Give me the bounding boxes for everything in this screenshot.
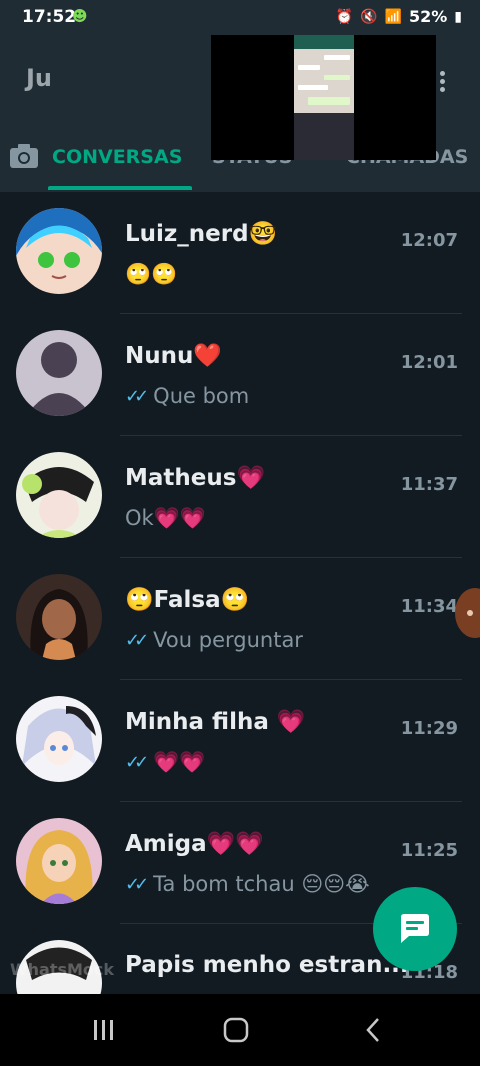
chat-preview: ✓✓ 💗💗 [125, 750, 205, 775]
app-title: Ju [26, 64, 53, 92]
status-icons: ⏰ 🔇 📶 52% ▮ [336, 7, 462, 26]
chat-preview-text: Ok💗💗 [125, 506, 206, 530]
alarm-icon: ⏰ [335, 8, 354, 25]
status-bar: 17:52 ☻ ⏰ 🔇 📶 52% ▮ [0, 0, 480, 36]
message-icon [401, 914, 429, 943]
chat-name: Matheus💗 [125, 465, 266, 491]
chat-name: Papis menho estran... [125, 952, 409, 978]
chat-preview-text: Ta bom tchau 😔😔😭 [153, 872, 370, 896]
read-ticks-icon: ✓✓ [125, 873, 149, 895]
chat-preview-text: 💗💗 [153, 750, 206, 774]
avatar [16, 696, 102, 782]
chat-time: 11:34 [400, 596, 458, 617]
chat-row[interactable]: Luiz_nerd🤓 12:07 🙄🙄 [0, 192, 480, 314]
chat-time: 11:37 [400, 474, 458, 495]
chat-time: 12:01 [400, 352, 458, 373]
active-tab-indicator [48, 186, 192, 190]
new-chat-button[interactable] [373, 887, 457, 971]
chat-preview: 🙄🙄 [125, 262, 177, 287]
navigation-bar [0, 994, 480, 1066]
more-options-icon[interactable] [436, 68, 448, 96]
avatar [16, 208, 102, 294]
recents-icon[interactable] [90, 1018, 118, 1042]
notification-icon: ☻ [72, 7, 88, 25]
avatar [16, 818, 102, 904]
chat-row[interactable]: Matheus💗 11:37 Ok💗💗 [0, 436, 480, 558]
chat-name: Nunu❤️ [125, 343, 223, 369]
chat-time: 11:29 [400, 718, 458, 739]
mute-icon: 🔇 [360, 8, 378, 25]
chat-row[interactable]: Nunu❤️ 12:01 ✓✓ Que bom [0, 314, 480, 436]
wifi-icon: 📶 [384, 8, 402, 25]
chat-name: Minha filha 💗 [125, 709, 306, 735]
chat-preview-text: Vou perguntar [153, 628, 303, 652]
back-icon[interactable] [362, 1016, 386, 1044]
chat-time: 12:07 [400, 230, 458, 251]
status-time: 17:52 [22, 7, 77, 27]
chat-preview-text: 🙄🙄 [125, 262, 178, 286]
battery-level: 52% [408, 7, 448, 26]
home-icon[interactable] [222, 1016, 252, 1044]
tab-conversas[interactable]: CONVERSAS [52, 146, 182, 168]
avatar [16, 452, 102, 538]
read-ticks-icon: ✓✓ [125, 752, 149, 773]
chat-row[interactable]: Minha filha 💗 11:29 ✓✓ 💗💗 [0, 680, 480, 802]
chat-preview-text: Que bom [153, 384, 250, 408]
chat-row[interactable]: 🙄Falsa🙄 11:34 ✓✓ Vou perguntar [0, 558, 480, 680]
camera-icon[interactable] [8, 140, 40, 172]
chat-name: Luiz_nerd🤓 [125, 221, 278, 247]
read-ticks-icon: ✓✓ [125, 385, 149, 407]
read-ticks-icon: ✓✓ [125, 629, 149, 651]
avatar [16, 574, 102, 660]
chat-preview: Ok💗💗 [125, 506, 206, 531]
battery-icon: ▮ [454, 8, 462, 25]
chat-preview: ✓✓ Vou perguntar [125, 628, 303, 652]
picture-in-picture-window[interactable] [211, 35, 436, 160]
chat-name: Amiga💗💗 [125, 831, 264, 857]
avatar [16, 330, 102, 416]
chat-time: 11:25 [400, 840, 458, 861]
watermark: WhatsMock [10, 960, 115, 979]
chat-name: 🙄Falsa🙄 [125, 587, 250, 613]
chat-preview: ✓✓ Ta bom tchau 😔😔😭 [125, 872, 370, 896]
pip-screen-preview [294, 35, 354, 160]
chat-preview: ✓✓ Que bom [125, 384, 249, 408]
